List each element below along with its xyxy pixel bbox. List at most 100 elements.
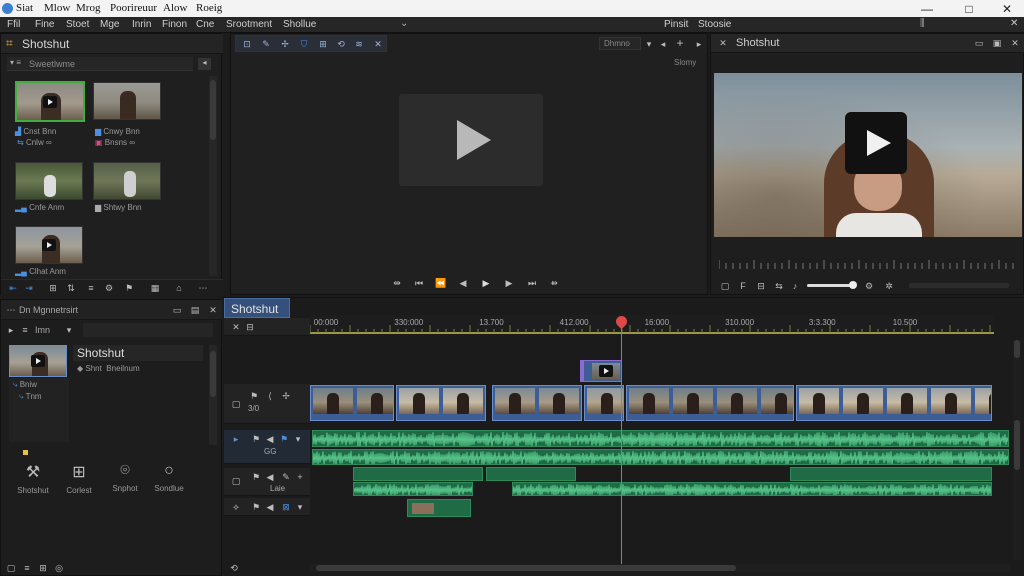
settings-icon[interactable]: ⚙ — [103, 282, 115, 294]
project-scrollbar[interactable] — [209, 345, 217, 445]
menu-close-icon[interactable]: ✕ — [1010, 18, 1018, 29]
video-clip[interactable] — [796, 385, 992, 421]
close-icon[interactable]: ✕ — [372, 38, 384, 50]
track-icon[interactable]: ⟡ — [230, 501, 242, 513]
dropdown-arrow-icon[interactable]: ▾ — [643, 38, 655, 50]
tool-button[interactable]: ○ Sondlue — [145, 462, 193, 498]
audio-clip[interactable] — [353, 482, 473, 496]
menu-item[interactable]: Mge — [100, 19, 119, 30]
video-clip[interactable] — [396, 385, 486, 421]
timeline-v-scrollbar[interactable] — [1013, 340, 1021, 560]
preview-scrubber[interactable] — [719, 260, 1017, 270]
chevron-down-icon[interactable]: ▾ — [294, 501, 306, 513]
sort-icon[interactable]: ⊞ — [47, 282, 59, 294]
pen-icon[interactable]: ✎ — [260, 38, 272, 50]
audio-clip[interactable] — [790, 467, 992, 481]
rewind-icon[interactable]: ⏪ — [435, 277, 447, 289]
more-icon[interactable]: ⋯ — [197, 282, 209, 294]
tool-button[interactable]: ⚒ Shotshut — [9, 462, 57, 498]
maximize-icon[interactable]: ▣ — [991, 37, 1003, 49]
solo-icon[interactable]: ⚑ — [250, 433, 262, 445]
shield-icon[interactable]: ⛉ — [298, 38, 310, 50]
audio-clip[interactable] — [353, 467, 483, 481]
next-frame-icon[interactable]: ▶ — [503, 277, 515, 289]
title-menu-1[interactable]: Siat — [16, 2, 33, 14]
lock-icon[interactable]: ⊠ — [280, 501, 292, 513]
clip-info[interactable]: Shotshut — [73, 345, 203, 361]
tool-button[interactable]: ⌾ Snphot — [101, 462, 149, 498]
mute-icon[interactable]: ◀ — [264, 433, 276, 445]
overlay-clip[interactable] — [580, 360, 622, 382]
media-thumbnail[interactable] — [15, 162, 83, 200]
lock-icon[interactable]: ⚑ — [278, 433, 290, 445]
bin-subheader[interactable]: ▸ ≡ Imn ▾ — [5, 323, 219, 337]
playhead[interactable] — [613, 313, 630, 564]
solo-icon[interactable]: ⚑ — [250, 501, 262, 513]
lock-icon[interactable]: ⌂ — [173, 282, 185, 294]
menu-item[interactable]: Fine — [35, 19, 54, 30]
audio-clip[interactable] — [512, 482, 992, 496]
timeline-h-scrollbar[interactable] — [310, 564, 1010, 572]
minimize-button[interactable]: — — [910, 0, 944, 17]
link-icon[interactable]: ⟨ — [264, 390, 276, 402]
media-thumbnail[interactable] — [93, 82, 161, 120]
list-view-icon[interactable]: ▤ — [189, 304, 201, 316]
move-icon[interactable]: ✢ — [280, 390, 292, 402]
menu-item[interactable]: Ffil — [7, 19, 20, 30]
tool-button[interactable]: ⊞ Corlest — [55, 462, 103, 498]
view-icon[interactable]: ▢ — [5, 562, 17, 574]
big-play-icon[interactable] — [457, 120, 491, 160]
audio-icon[interactable]: ♪ — [789, 280, 801, 292]
menu-item[interactable]: Cne — [196, 19, 214, 30]
step-forward-icon[interactable]: ⏭ — [526, 277, 538, 289]
shuttle-back-icon[interactable]: ⇹ — [391, 277, 403, 289]
menu-item[interactable]: Inrin — [132, 19, 151, 30]
link-icon[interactable]: ⇤ — [7, 282, 19, 294]
info-icon[interactable]: ◎ — [53, 562, 65, 574]
menu-item[interactable]: Stoet — [66, 19, 89, 30]
prev-frame-icon[interactable]: ◀ — [457, 277, 469, 289]
menu-item[interactable]: Shollue — [283, 19, 316, 30]
maximize-button[interactable]: □ — [952, 0, 986, 17]
chevron-down-icon[interactable]: ▾ — [292, 433, 304, 445]
move-icon[interactable]: ✢ — [279, 38, 291, 50]
preview-progress[interactable] — [909, 283, 1009, 288]
preview-video[interactable] — [714, 73, 1022, 237]
step-back-icon[interactable]: ⏮ — [413, 277, 425, 289]
audio-clip[interactable] — [312, 449, 1009, 465]
viewer-placeholder[interactable] — [399, 94, 543, 186]
list-icon[interactable]: ≡ — [85, 282, 97, 294]
flag-icon[interactable]: ⚑ — [123, 282, 135, 294]
play-button[interactable]: ▶ — [480, 277, 492, 289]
pin-icon[interactable]: ✕ — [230, 321, 242, 333]
rotate-icon[interactable]: ⟲ — [335, 38, 347, 50]
link-icon-2[interactable]: ⇥ — [23, 282, 35, 294]
video-clip[interactable] — [310, 385, 394, 421]
prev-icon[interactable]: ◂ — [657, 38, 669, 50]
play-overlay-icon[interactable] — [845, 112, 907, 174]
media-bin-scrollbar[interactable] — [209, 76, 217, 276]
align-icon[interactable]: ⇅ — [65, 282, 77, 294]
add-icon[interactable]: + — [294, 471, 306, 483]
loop-icon[interactable]: ⇆ — [773, 280, 785, 292]
transform-icon[interactable]: ⊞ — [317, 38, 329, 50]
video-clip[interactable] — [584, 385, 624, 421]
menu-item-right[interactable]: Pinsit — [664, 19, 688, 30]
snap-icon[interactable]: ⊟ — [244, 321, 256, 333]
timeline-tab[interactable]: Shotshut — [224, 298, 290, 318]
volume-slider[interactable] — [807, 281, 857, 289]
audio-clip[interactable] — [312, 430, 1009, 447]
edit-icon[interactable]: ✎ — [280, 471, 292, 483]
minimize-icon[interactable]: ▭ — [973, 37, 985, 49]
mute-icon[interactable]: ◀ — [264, 471, 276, 483]
grid-icon[interactable]: ▦ — [149, 282, 161, 294]
close-panel-icon[interactable]: ✕ — [1009, 37, 1021, 49]
eye-icon[interactable]: ⚑ — [248, 390, 260, 402]
filter-button[interactable]: ◂ — [198, 58, 211, 70]
title-menu-4[interactable]: Poorireuur — [110, 2, 157, 14]
media-thumbnail[interactable] — [93, 162, 161, 200]
close-icon[interactable]: ✕ — [207, 304, 219, 316]
safe-area-icon[interactable]: ▢ — [719, 280, 731, 292]
list-icon[interactable]: ≡ — [21, 562, 33, 574]
title-menu-5[interactable]: Alow — [163, 2, 187, 14]
